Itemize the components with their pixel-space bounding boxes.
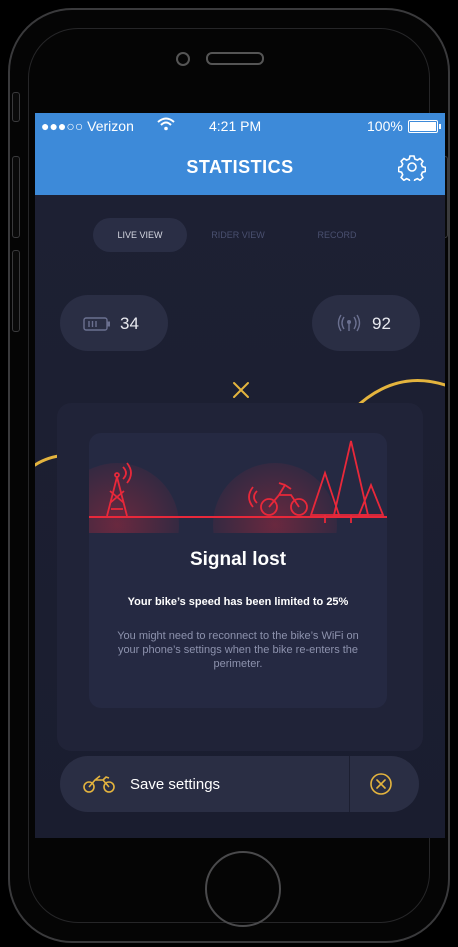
dialog-body: You might need to reconnect to the bike’… bbox=[117, 630, 359, 670]
close-x-icon[interactable] bbox=[232, 381, 250, 404]
header: STATISTICS bbox=[35, 139, 445, 195]
wifi-icon bbox=[157, 117, 175, 134]
tab-rider-view[interactable]: RIDER VIEW bbox=[201, 218, 275, 252]
front-camera bbox=[176, 52, 190, 66]
signal-icon bbox=[336, 314, 362, 337]
mute-switch bbox=[12, 92, 20, 122]
signal-lost-illustration bbox=[89, 440, 387, 533]
bar-divider bbox=[349, 756, 350, 812]
app-screen: ●●●○○ Verizon 4:21 PM 100% STATISTICS LI… bbox=[35, 113, 445, 838]
close-circle-icon[interactable] bbox=[369, 772, 393, 801]
battery-icon bbox=[83, 316, 111, 336]
main-content: LIVE VIEW RIDER VIEW RECORD 34 92 Signal… bbox=[35, 195, 445, 838]
battery-value: 34 bbox=[120, 314, 139, 333]
status-bar: ●●●○○ Verizon 4:21 PM 100% bbox=[35, 113, 445, 139]
battery-percent: 100% bbox=[367, 118, 403, 134]
tab-live-view[interactable]: LIVE VIEW bbox=[93, 218, 187, 252]
tab-record[interactable]: RECORD bbox=[305, 218, 369, 252]
volume-up-button bbox=[12, 156, 20, 238]
gear-icon[interactable] bbox=[397, 153, 427, 186]
page-title: STATISTICS bbox=[186, 157, 294, 177]
carrier-label: ●●●○○ Verizon bbox=[41, 118, 134, 134]
view-tabs: LIVE VIEW RIDER VIEW RECORD bbox=[35, 218, 445, 252]
dialog-subtitle: Your bike’s speed has been limited to 25… bbox=[127, 596, 349, 608]
battery-stat: 34 bbox=[60, 295, 168, 351]
volume-down-button bbox=[12, 250, 20, 332]
save-settings-bar: Save settings bbox=[60, 756, 419, 812]
dialog-card: Signal lost Your bike’s speed has been l… bbox=[89, 433, 387, 708]
signal-value: 92 bbox=[372, 314, 391, 333]
motorbike-icon bbox=[82, 774, 116, 799]
save-settings-button[interactable]: Save settings bbox=[130, 776, 220, 793]
clock-label: 4:21 PM bbox=[209, 118, 262, 134]
signal-stat: 92 bbox=[312, 295, 420, 351]
earpiece-speaker bbox=[206, 52, 264, 65]
signal-lost-dialog: Signal lost Your bike’s speed has been l… bbox=[57, 382, 423, 751]
home-button[interactable] bbox=[205, 851, 281, 927]
battery-icon bbox=[408, 120, 441, 133]
dialog-title: Signal lost bbox=[189, 549, 287, 570]
